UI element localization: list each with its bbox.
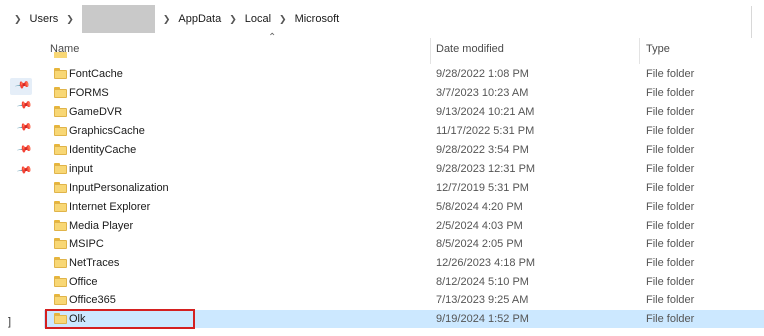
folder-icon: [54, 87, 67, 98]
folder-icon: [54, 276, 67, 287]
folder-icon: [54, 68, 67, 79]
breadcrumb: ❯ Users ❯ ❯ AppData ❯ Local ❯ Microsoft: [0, 0, 751, 38]
table-row-partial[interactable]: [44, 52, 164, 58]
file-name: NetTraces: [69, 257, 120, 269]
file-date-modified: 9/13/2024 10:21 AM: [436, 106, 535, 118]
file-name: Office365: [69, 294, 116, 306]
column-header-date-modified[interactable]: Date modified: [436, 43, 504, 55]
breadcrumb-item-local[interactable]: Local: [245, 13, 271, 25]
file-type: File folder: [646, 87, 695, 99]
file-date-modified: 9/28/2022 3:54 PM: [436, 144, 529, 156]
table-row[interactable]: NetTraces 12/26/2023 4:18 PM File folder: [44, 254, 764, 272]
table-row[interactable]: GameDVR 9/13/2024 10:21 AM File folder: [44, 103, 764, 121]
table-row[interactable]: Media Player 2/5/2024 4:03 PM File folde…: [44, 217, 764, 235]
chevron-right-icon[interactable]: ❯: [66, 14, 74, 25]
file-type: File folder: [646, 201, 695, 213]
file-name: Media Player: [69, 220, 134, 232]
file-name: FORMS: [69, 87, 109, 99]
file-type: File folder: [646, 125, 695, 137]
table-row[interactable]: input 9/28/2023 12:31 PM File folder: [44, 160, 764, 178]
folder-icon: [54, 294, 67, 305]
chevron-right-icon[interactable]: ❯: [229, 14, 237, 25]
file-date-modified: 9/28/2023 12:31 PM: [436, 163, 536, 175]
pane-edge-mark: ]: [8, 316, 12, 328]
file-date-modified: 9/19/2024 1:52 PM: [436, 313, 529, 325]
column-header-type[interactable]: Type: [646, 43, 670, 55]
file-type: File folder: [646, 276, 695, 288]
file-type: File folder: [646, 106, 695, 118]
column-divider[interactable]: [430, 38, 431, 64]
chevron-right-icon[interactable]: ❯: [14, 14, 22, 25]
folder-icon: [54, 106, 67, 117]
table-row[interactable]: IdentityCache 9/28/2022 3:54 PM File fol…: [44, 141, 764, 159]
chevron-right-icon[interactable]: ❯: [279, 14, 287, 25]
table-row[interactable]: Internet Explorer 5/8/2024 4:20 PM File …: [44, 198, 764, 216]
pin-icon[interactable]: 📌: [10, 77, 32, 95]
file-date-modified: 8/5/2024 2:05 PM: [436, 238, 523, 250]
table-row[interactable]: InputPersonalization 12/7/2019 5:31 PM F…: [44, 179, 764, 197]
file-type: File folder: [646, 313, 695, 325]
file-type: File folder: [646, 144, 695, 156]
chevron-right-icon[interactable]: ❯: [163, 14, 171, 25]
column-header-row: ⌃ Name Date modified Type: [36, 32, 764, 64]
file-name: MSIPC: [69, 238, 104, 250]
file-type: File folder: [646, 257, 695, 269]
table-row[interactable]: GraphicsCache 11/17/2022 5:31 PM File fo…: [44, 122, 764, 140]
breadcrumb-item-appdata[interactable]: AppData: [178, 13, 221, 25]
breadcrumb-item-users[interactable]: Users: [30, 13, 59, 25]
file-type: File folder: [646, 68, 695, 80]
redacted-username[interactable]: [81, 5, 155, 33]
folder-icon: [54, 201, 67, 212]
file-date-modified: 12/7/2019 5:31 PM: [436, 182, 529, 194]
pin-icon[interactable]: 📌: [16, 162, 33, 178]
file-name: Internet Explorer: [69, 201, 151, 213]
file-date-modified: 2/5/2024 4:03 PM: [436, 220, 523, 232]
file-date-modified: 8/12/2024 5:10 PM: [436, 276, 529, 288]
file-type: File folder: [646, 238, 695, 250]
file-date-modified: 12/26/2023 4:18 PM: [436, 257, 536, 269]
file-name: FontCache: [69, 68, 123, 80]
table-row[interactable]: FORMS 3/7/2023 10:23 AM File folder: [44, 84, 764, 102]
folder-icon: [54, 125, 67, 136]
file-name: GameDVR: [69, 106, 123, 118]
navigation-pane: 📌 📌 📌 📌 📌 ]: [0, 38, 36, 336]
file-date-modified: 3/7/2023 10:23 AM: [436, 87, 529, 99]
file-name: input: [69, 163, 93, 175]
breadcrumb-item-microsoft[interactable]: Microsoft: [295, 13, 340, 25]
table-row[interactable]: Office 8/12/2024 5:10 PM File folder: [44, 273, 764, 291]
folder-icon: [54, 144, 67, 155]
file-date-modified: 5/8/2024 4:20 PM: [436, 201, 523, 213]
table-row[interactable]: Office365 7/13/2023 9:25 AM File folder: [44, 291, 764, 309]
file-name: IdentityCache: [69, 144, 137, 156]
file-name: Office: [69, 276, 98, 288]
file-date-modified: 7/13/2023 9:25 AM: [436, 294, 529, 306]
folder-icon: [54, 182, 67, 193]
table-row[interactable]: MSIPC 8/5/2024 2:05 PM File folder: [44, 235, 764, 253]
file-name: GraphicsCache: [69, 125, 145, 137]
table-row[interactable]: FontCache 9/28/2022 1:08 PM File folder: [44, 65, 764, 83]
folder-icon: [54, 220, 67, 231]
pin-icon[interactable]: 📌: [16, 97, 33, 113]
file-date-modified: 9/28/2022 1:08 PM: [436, 68, 529, 80]
pin-icon[interactable]: 📌: [16, 141, 33, 157]
address-bar-divider: [751, 6, 752, 38]
file-type: File folder: [646, 294, 695, 306]
file-type: File folder: [646, 182, 695, 194]
pin-icon[interactable]: 📌: [16, 119, 33, 135]
file-name: InputPersonalization: [69, 182, 169, 194]
file-date-modified: 11/17/2022 5:31 PM: [436, 125, 535, 137]
highlight-annotation-box: [45, 309, 195, 329]
file-type: File folder: [646, 220, 695, 232]
folder-icon: [54, 52, 67, 58]
column-divider[interactable]: [639, 38, 640, 64]
folder-icon: [54, 163, 67, 174]
folder-icon: [54, 238, 67, 249]
file-type: File folder: [646, 163, 695, 175]
folder-icon: [54, 257, 67, 268]
sort-up-icon: ⌃: [268, 32, 277, 43]
